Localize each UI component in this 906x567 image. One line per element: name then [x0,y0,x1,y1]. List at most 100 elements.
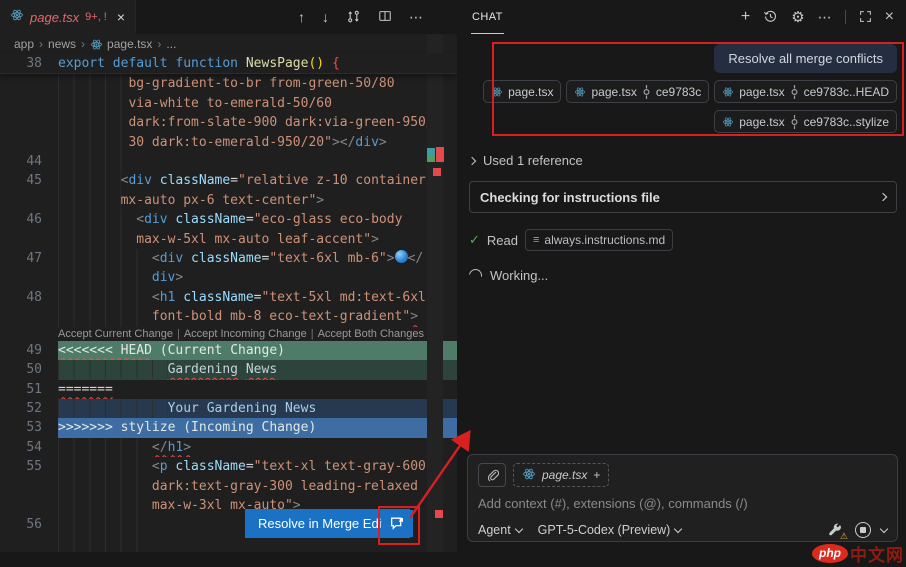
attachment-chip[interactable]: page.tsx ce9783c..stylize [714,110,897,133]
merge-conflict-line: 49 <<<<<<< HEAD (Current Change) [0,340,457,361]
minimap[interactable] [427,34,443,552]
editor-tab-bar: page.tsx 9+, ! × ↑ ↓ ⋯ [0,0,457,34]
chevron-icon: › [81,37,86,51]
ruler-mark-error [435,510,443,518]
used-references-toggle[interactable]: Used 1 reference [467,153,897,168]
git-ref-icon [642,84,651,99]
split-editor-icon[interactable] [378,9,392,25]
code-line: 55 <p className="text-xl text-gray-600 [0,457,457,477]
attachment-chips-row: page.tsx page.tsx ce9783c page.tsx ce9783c..… [469,80,897,103]
line-number [0,94,58,113]
code-line: font-bold mb-8 eco-text-gradient"> [0,307,457,327]
accept-current-change-link[interactable]: Accept Current Change [58,327,173,341]
merge-conflict-line: 50 Gardening News [0,360,457,380]
git-ref-icon [790,84,799,99]
code-line: 47 <div className="text-6xl mb-6"> </ [0,249,457,269]
new-chat-icon[interactable]: + [741,9,750,25]
current-file-context-chip[interactable]: page.tsx + [513,463,610,487]
line-number: 46 [26,212,42,228]
line-number [0,535,58,552]
code-line: max-w-5xl mx-auto leaf-accent"> [0,229,457,250]
php-logo: php [812,544,848,563]
attachment-chip[interactable]: page.tsx ce9783c..HEAD [714,80,897,103]
gear-icon[interactable]: ⚙ [791,10,804,25]
line-number: 44 [26,154,42,170]
chat-input-box[interactable]: page.tsx + Add context (#), extensions (… [467,454,898,542]
next-change-icon[interactable]: ↓ [322,10,329,24]
more-icon[interactable]: ⋯ [818,10,832,24]
tab-title: page.tsx [30,9,80,25]
resolve-in-chat-icon[interactable] [382,510,413,537]
tab-problems-badge: 9+, ! [85,11,107,23]
tab-chat[interactable]: CHAT [471,0,504,34]
vscode-window: page.tsx 9+, ! × ↑ ↓ ⋯ app › news › page.tsx… [0,0,906,567]
attachment-chip[interactable]: page.tsx ce9783c [566,80,710,103]
tool-call-box[interactable]: Checking for instructions file [469,181,897,213]
read-label: Read [486,232,518,248]
chevron-down-icon [514,524,523,533]
line-number: 52 [26,400,42,416]
code-line: div> [0,268,457,288]
read-file-chip[interactable]: ≡ always.instructions.md [524,229,674,251]
chat-input-placeholder[interactable]: Add context (#), extensions (@), command… [478,496,887,511]
model-picker[interactable]: GPT-5-Codex (Preview) [538,523,683,537]
attach-context-button[interactable] [478,463,506,487]
attachment-chips-row: page.tsx ce9783c..stylize [469,110,897,133]
chevron-right-icon [878,192,888,202]
chat-panel: CHAT + ⚙ ⋯ × Resolve all merge conflicts… [457,0,906,567]
ruler-mark-teal [427,148,435,155]
more-actions-icon[interactable]: ⋯ [409,10,423,24]
line-number [0,133,58,152]
line-number: 50 [26,362,42,378]
read-file-name: always.instructions.md [544,233,666,247]
sticky-scroll-line: 38 export default function NewsPage() { [0,54,457,75]
chevron-icon: › [157,37,162,51]
used-references-label: Used 1 reference [483,153,583,168]
code-line: mx-auto px-6 text-center"> [0,190,457,211]
attachment-chip[interactable]: page.tsx [483,80,562,103]
line-number [0,268,58,287]
breadcrumb-item[interactable]: app [14,37,34,51]
tab-page-tsx[interactable]: page.tsx 9+, ! × [0,0,137,34]
line-number: 56 [26,517,42,533]
breadcrumb-item[interactable]: ... [166,37,176,51]
code-line: 51 ======= [0,380,457,399]
previous-change-icon[interactable]: ↑ [298,10,305,24]
codelens-merge-actions: Accept Current Change | Accept Incoming Ch… [58,327,424,341]
markdown-file-icon: ≡ [532,234,540,246]
code-line: 54 </h1> [0,437,457,458]
close-panel-icon[interactable]: × [885,9,894,25]
chevron-down-icon [674,524,683,533]
accept-incoming-change-link[interactable]: Accept Incoming Change [184,327,307,341]
line-number [0,230,58,249]
tool-call-label: Checking for instructions file [480,189,660,205]
code-area: bg-gradient-to-br from-green-50/80 via-wh… [0,74,457,552]
line-number [0,74,58,93]
user-request-bubble: Resolve all merge conflicts [714,44,897,73]
line-number: 55 [26,459,42,475]
line-number: 51 [26,381,42,397]
breadcrumb-item[interactable]: news [48,37,76,51]
chevron-down-icon[interactable] [879,524,889,533]
chevron-right-icon [467,156,477,165]
chat-header: CHAT + ⚙ ⋯ × [457,0,906,34]
line-number: 49 [26,342,42,358]
mode-picker[interactable]: Agent [478,523,523,537]
editor-pane: page.tsx 9+, ! × ↑ ↓ ⋯ app › news › page.tsx… [0,0,457,552]
ruler-mark-error [436,147,444,162]
maximize-panel-icon[interactable] [859,10,872,25]
history-icon[interactable] [763,9,778,26]
mode-label: Agent [478,523,511,537]
context-chip-label: page.tsx [542,468,588,482]
accept-both-changes-link[interactable]: Accept Both Changes [318,327,424,341]
close-icon[interactable]: × [117,9,125,25]
code-line: via-white to-emerald-50/60 [0,93,457,114]
compare-changes-icon[interactable] [346,9,361,26]
breadcrumb-item[interactable]: page.tsx [90,37,152,51]
breadcrumb: app › news › page.tsx ›... [0,34,457,54]
code-line: 45 <div className="relative z-10 containe… [0,171,457,191]
code-line: bg-gradient-to-br from-green-50/80 [0,74,457,94]
configure-tools-icon[interactable]: ⚠ [827,522,848,541]
loading-spinner-icon [466,266,485,285]
stop-button[interactable] [855,522,871,538]
